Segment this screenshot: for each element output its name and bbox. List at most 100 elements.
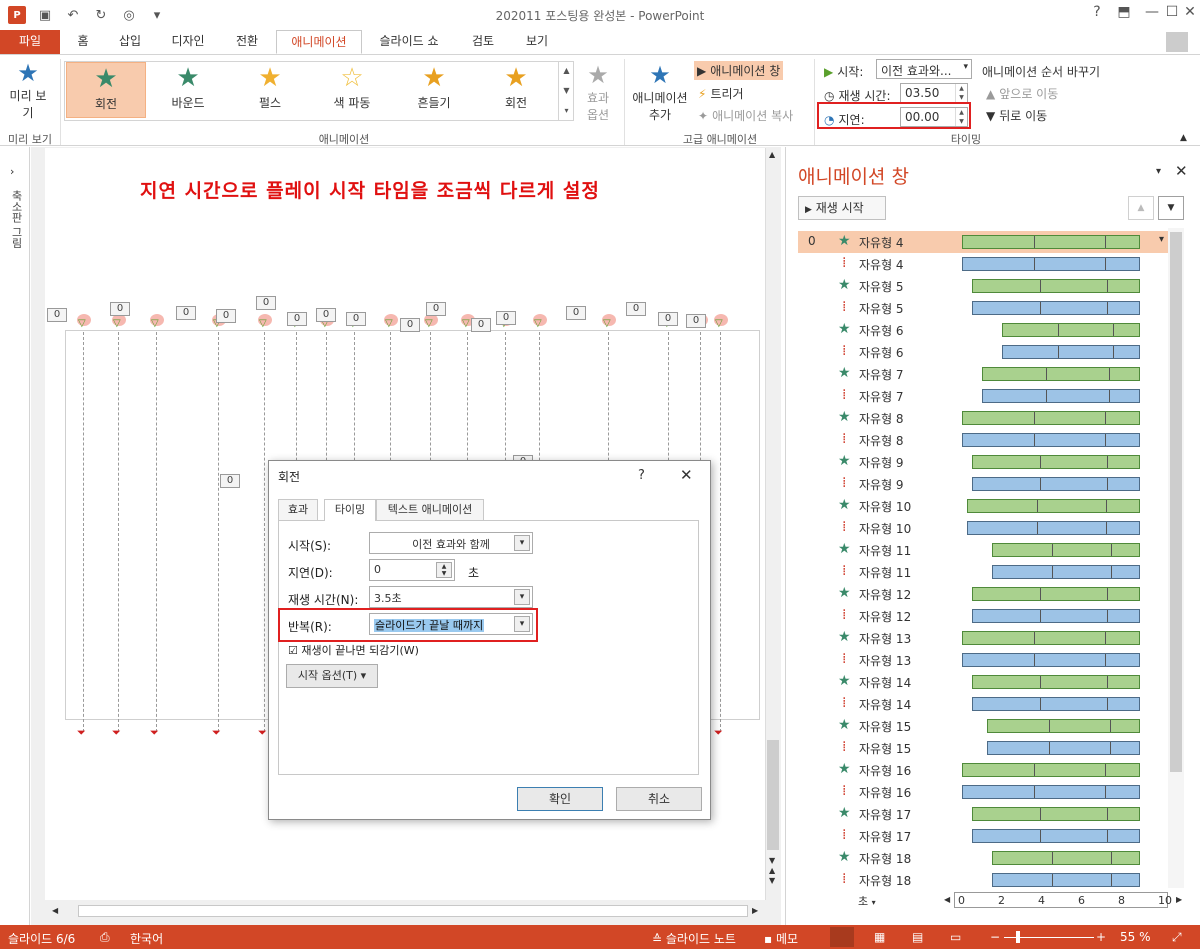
slideshow-view-icon[interactable]: ▭ xyxy=(950,930,961,944)
timeline-bar[interactable] xyxy=(972,807,1140,821)
redo-icon[interactable]: ↻ xyxy=(92,6,110,24)
path-end-icon[interactable]: ⏷ xyxy=(150,726,159,740)
timeline-right-icon[interactable]: ▶ xyxy=(1176,895,1182,904)
dialog-delay-spinner[interactable]: ▲ ▼ xyxy=(436,562,452,578)
close-icon[interactable]: ✕ xyxy=(1178,4,1200,24)
animation-list-item[interactable]: ★ 자유형 11 xyxy=(798,539,1168,561)
dialog-tab-effect[interactable]: 효과 xyxy=(278,499,318,520)
path-start-icon[interactable]: ▽ xyxy=(151,318,159,329)
animation-list-item[interactable]: ⁞ 자유형 13 xyxy=(798,649,1168,671)
path-end-icon[interactable]: ⏷ xyxy=(77,726,86,740)
animation-list-item[interactable]: ⁞ 자유형 12 xyxy=(798,605,1168,627)
timeline-bar[interactable] xyxy=(972,697,1140,711)
comments-button[interactable]: ▪ 메모 xyxy=(764,930,798,947)
animation-list-item[interactable]: ⁞ 자유형 5 xyxy=(798,297,1168,319)
path-start-icon[interactable]: ▽ xyxy=(259,318,267,329)
path-start-icon[interactable]: ▽ xyxy=(78,318,86,329)
timeline-bar[interactable] xyxy=(992,873,1140,887)
move-down-button[interactable]: ▼ xyxy=(1158,196,1184,220)
timeline-bar[interactable] xyxy=(1002,323,1140,337)
effect-color-pulse[interactable]: ☆ 색 파동 xyxy=(312,62,392,118)
path-start-icon[interactable]: ▽ xyxy=(462,318,470,329)
path-start-icon[interactable]: ▽ xyxy=(385,318,393,329)
timeline-bar[interactable] xyxy=(972,455,1140,469)
zoom-slider-thumb[interactable] xyxy=(1016,931,1020,943)
slide-instruction-text[interactable]: 지연 시간으로 플레이 시작 타임을 조금씩 다르게 설정 xyxy=(140,176,740,203)
animation-painter-button[interactable]: ✦ 애니메이션 복사 xyxy=(698,107,793,124)
timeline-bar[interactable] xyxy=(982,367,1140,381)
timeline-bar[interactable] xyxy=(987,719,1140,733)
zoom-out-icon[interactable]: − xyxy=(990,930,1000,944)
gallery-scroll[interactable]: ▲ ▼ ▾ xyxy=(558,61,574,121)
animation-list-item[interactable]: ⁞ 자유형 15 xyxy=(798,737,1168,759)
dialog-ok-button[interactable]: 확인 xyxy=(517,787,603,811)
dialog-tab-timing[interactable]: 타이밍 xyxy=(324,499,376,521)
language-indicator[interactable]: 한국어 xyxy=(130,930,163,947)
dialog-close-icon[interactable]: ✕ xyxy=(680,466,693,484)
undo-icon[interactable]: ↶ xyxy=(64,6,82,24)
animation-list-item[interactable]: ⁞ 자유형 6 xyxy=(798,341,1168,363)
animation-list-item[interactable]: ⁞ 자유형 11 xyxy=(798,561,1168,583)
tab-home[interactable]: 홈 xyxy=(64,30,102,54)
dialog-rewind-checkbox[interactable]: ☑ 재생이 끝나면 되감기(W) xyxy=(288,642,419,658)
animation-list-item[interactable]: 0 ★ 자유형 4 ▾ xyxy=(798,231,1168,253)
scroll-up-icon[interactable]: ▲ xyxy=(769,150,775,159)
tab-review[interactable]: 검토 xyxy=(458,30,508,54)
dialog-delay-field[interactable]: 0 ▲ ▼ xyxy=(369,559,455,581)
path-start-icon[interactable]: ▽ xyxy=(715,318,723,329)
timeline-bar[interactable] xyxy=(992,543,1140,557)
path-end-icon[interactable]: ⏷ xyxy=(212,726,221,740)
path-end-icon[interactable]: ⏷ xyxy=(714,726,723,740)
tab-design[interactable]: 디자인 xyxy=(160,30,216,54)
timeline-bar[interactable] xyxy=(1002,345,1140,359)
timeline-bar[interactable] xyxy=(962,785,1140,799)
animation-list-item[interactable]: ⁞ 자유형 7 xyxy=(798,385,1168,407)
path-start-icon[interactable]: ▽ xyxy=(425,318,433,329)
normal-view-icon[interactable] xyxy=(830,927,854,947)
dialog-help-icon[interactable]: ? xyxy=(638,468,645,483)
timeline-bar[interactable] xyxy=(962,411,1140,425)
animation-list-item[interactable]: ⁞ 자유형 18 xyxy=(798,869,1168,891)
timeline-bar[interactable] xyxy=(972,675,1140,689)
animation-list-item[interactable]: ★ 자유형 18 xyxy=(798,847,1168,869)
effect-options-button[interactable]: ★ 효과 옵션 xyxy=(578,61,618,123)
start-select[interactable]: 이전 효과와... ▾ xyxy=(876,59,972,79)
timeline-bar[interactable] xyxy=(962,631,1140,645)
tab-insert[interactable]: 삽입 xyxy=(106,30,154,54)
help-icon[interactable]: ? xyxy=(1085,4,1109,24)
effect-bounce[interactable]: ★ 바운드 xyxy=(148,62,228,118)
trigger-button[interactable]: ⚡ 트리거 xyxy=(698,85,744,102)
path-end-icon[interactable]: ⏷ xyxy=(258,726,267,740)
zoom-in-icon[interactable]: + xyxy=(1096,930,1106,944)
timeline-bar[interactable] xyxy=(972,301,1140,315)
animation-list-item[interactable]: ★ 자유형 17 xyxy=(798,803,1168,825)
path-start-icon[interactable]: ▽ xyxy=(113,318,121,329)
timeline-left-icon[interactable]: ◀ xyxy=(944,895,950,904)
scroll-left-icon[interactable]: ◀ xyxy=(52,906,58,915)
dialog-triggers-button[interactable]: 시작 옵션(T) ▾ xyxy=(286,664,378,688)
tab-animations[interactable]: 애니메이션 xyxy=(276,30,362,54)
timeline-bar[interactable] xyxy=(972,587,1140,601)
zoom-level[interactable]: 55 % xyxy=(1120,930,1151,944)
animation-list-item[interactable]: ★ 자유형 6 xyxy=(798,319,1168,341)
timeline-bar[interactable] xyxy=(972,609,1140,623)
animation-list-item[interactable]: ★ 자유형 7 xyxy=(798,363,1168,385)
dialog-duration-select[interactable]: 3.5초 ▾ xyxy=(369,586,533,608)
ribbon-display-icon[interactable]: ⬒ xyxy=(1112,4,1136,24)
animation-list-item[interactable]: ⁞ 자유형 10 xyxy=(798,517,1168,539)
customize-qat-icon[interactable]: ▾ xyxy=(148,6,166,24)
timeline-bar[interactable] xyxy=(962,235,1140,249)
animation-list-item[interactable]: ★ 자유형 15 xyxy=(798,715,1168,737)
tab-slideshow[interactable]: 슬라이드 쇼 xyxy=(368,30,450,54)
preview-button[interactable]: ★ 미리 보 기 xyxy=(6,59,50,121)
save-icon[interactable]: ▣ xyxy=(36,6,54,24)
slide-vscroll-thumb[interactable] xyxy=(767,740,779,850)
path-end-icon[interactable]: ⏷ xyxy=(112,726,121,740)
timeline-bar[interactable] xyxy=(962,653,1140,667)
pane-close-icon[interactable]: ✕ xyxy=(1175,162,1188,180)
timeline-bar[interactable] xyxy=(967,499,1140,513)
play-from-button[interactable]: ▶ 재생 시작 xyxy=(798,196,886,220)
animation-list-item[interactable]: ★ 자유형 8 xyxy=(798,407,1168,429)
path-start-icon[interactable]: ▽ xyxy=(603,318,611,329)
animation-list-item[interactable]: ⁞ 자유형 4 xyxy=(798,253,1168,275)
